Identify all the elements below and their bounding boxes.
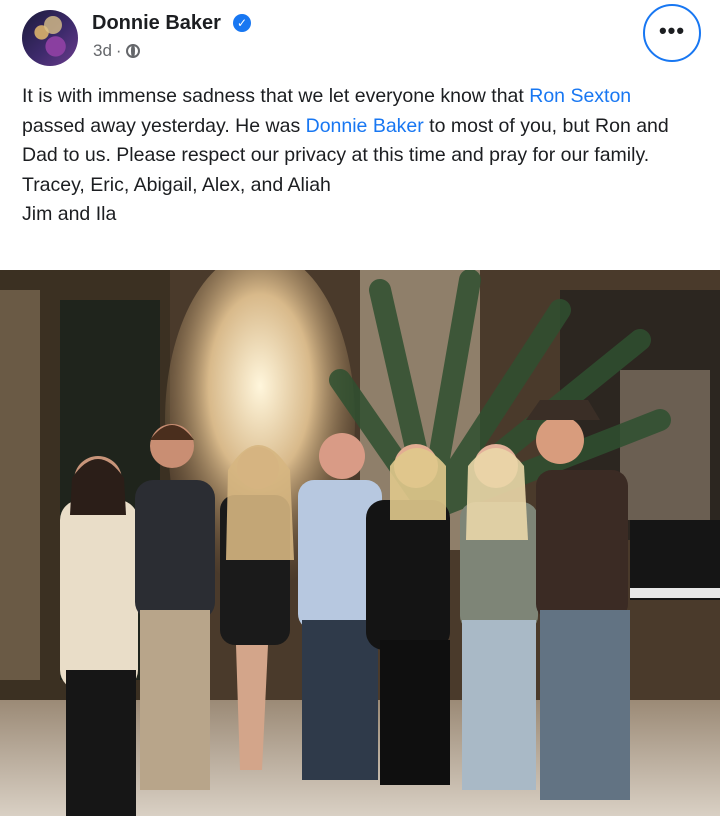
author-avatar[interactable] [22, 10, 78, 66]
post-header: Donnie Baker ✓ 3d · ••• [0, 0, 720, 84]
author-name[interactable]: Donnie Baker [92, 12, 221, 35]
verified-badge-icon: ✓ [233, 14, 251, 32]
signature-line-1: Tracey, Eric, Abigail, Alex, and Aliah [22, 173, 331, 196]
more-options-button[interactable]: ••• [643, 4, 701, 62]
mention-ron-sexton[interactable]: Ron Sexton [529, 85, 631, 107]
text-fragment: passed away yesterday. He was [22, 114, 306, 137]
text-fragment: It is with immense sadness that we let e… [22, 85, 530, 107]
post-text: It is with immense sadness that we let e… [22, 82, 698, 230]
post-meta: 3d · [93, 41, 140, 61]
mention-donnie-baker[interactable]: Donnie Baker [306, 115, 424, 137]
post-timestamp[interactable]: 3d [93, 41, 112, 61]
post-photo[interactable] [0, 270, 720, 816]
post-paragraph: It is with immense sadness that we let e… [22, 82, 698, 171]
signature-line-2: Jim and Ila [22, 203, 117, 225]
public-globe-icon[interactable] [125, 44, 140, 58]
meta-separator: · [115, 41, 122, 60]
group-photo-image [0, 270, 720, 816]
